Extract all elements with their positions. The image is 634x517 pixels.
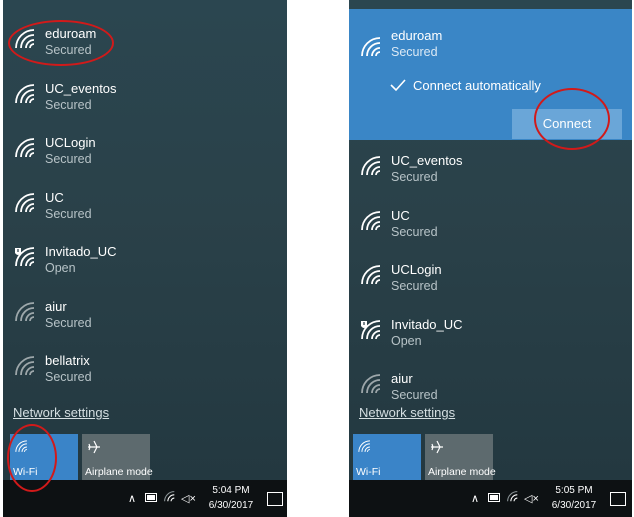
taskbar: ∧ ◁× 5:05 PM 6/30/2017 — [349, 480, 632, 517]
annotation-circle-wifi — [7, 424, 57, 492]
network-name: UC — [45, 189, 64, 205]
network-settings-link[interactable]: Network settings — [359, 405, 455, 420]
network-list-item[interactable]: bellatrix Secured — [3, 342, 287, 396]
airplane-icon — [88, 440, 100, 454]
battery-icon[interactable] — [145, 493, 158, 502]
annotation-circle-connect — [534, 88, 610, 150]
wifi-signal-icon — [15, 301, 35, 321]
clock[interactable]: 5:05 PM 6/30/2017 — [546, 483, 602, 513]
clock-date: 6/30/2017 — [208, 500, 254, 511]
airplane-icon — [431, 440, 443, 454]
network-settings-link[interactable]: Network settings — [13, 405, 109, 420]
wifi-tile-label: Wi-Fi — [356, 466, 381, 478]
wifi-signal-icon — [15, 356, 35, 376]
airplane-mode-tile[interactable]: Airplane mode — [425, 434, 496, 482]
chevron-up-icon[interactable]: ∧ — [471, 492, 479, 505]
network-status: Secured — [391, 388, 438, 402]
wifi-signal-icon — [361, 37, 381, 57]
wifi-tray-icon[interactable] — [163, 490, 177, 504]
network-status: Open — [45, 261, 76, 275]
network-list-area: eduroam Secured Connect automatically Co… — [349, 0, 632, 482]
action-center-icon[interactable] — [267, 492, 283, 506]
wifi-shield-icon — [361, 319, 381, 339]
connect-automatically-checkbox[interactable]: Connect automatically — [389, 78, 541, 93]
speaker-muted-icon[interactable]: ◁× — [181, 492, 196, 505]
network-list-item[interactable]: Invitado_UC Open — [3, 233, 287, 287]
right-network-flyout: eduroam Secured Connect automatically Co… — [349, 0, 632, 517]
network-list-item[interactable]: UC_eventos Secured — [349, 142, 632, 196]
network-list-item[interactable]: UCLogin Secured — [3, 124, 287, 178]
network-status: Secured — [45, 370, 92, 384]
speaker-muted-icon[interactable]: ◁× — [524, 492, 539, 505]
network-list-item[interactable]: UC Secured — [349, 197, 632, 251]
clock-date: 6/30/2017 — [551, 500, 597, 511]
wifi-tray-icon[interactable] — [506, 490, 520, 504]
network-status: Secured — [45, 97, 92, 112]
network-name: UC_eventos — [391, 153, 463, 168]
wifi-signal-icon — [15, 138, 35, 158]
clock[interactable]: 5:04 PM 6/30/2017 — [203, 483, 259, 513]
chevron-up-icon[interactable]: ∧ — [128, 492, 136, 505]
network-status: Secured — [45, 152, 92, 166]
checkmark-icon — [390, 79, 406, 92]
network-name: UC — [391, 207, 410, 223]
network-name: eduroam — [391, 28, 443, 43]
network-list-item[interactable]: UC_eventos Secured — [3, 70, 287, 124]
network-status: Secured — [391, 170, 438, 184]
wifi-icon — [358, 440, 371, 453]
network-status: Secured — [45, 315, 92, 330]
action-center-icon[interactable] — [610, 492, 626, 506]
airplane-mode-tile[interactable]: Airplane mode — [82, 434, 153, 482]
network-status: Secured — [391, 45, 438, 59]
network-name: UCLogin — [391, 262, 442, 277]
clock-time: 5:05 PM — [555, 485, 593, 496]
network-name: aiur — [391, 371, 413, 386]
network-list-item[interactable]: Invitado_UC Open — [349, 306, 632, 360]
network-list-area: eduroam Secured UC_eventos Secured UCLogin Se… — [3, 0, 287, 482]
network-name: UCLogin — [45, 135, 96, 150]
wifi-tile[interactable]: Wi-Fi — [353, 434, 421, 482]
wifi-shield-icon — [15, 247, 35, 267]
network-list-item[interactable]: UCLogin Secured — [349, 251, 632, 305]
wifi-signal-icon — [15, 192, 35, 212]
network-name: Invitado_UC — [45, 244, 117, 259]
connect-automatically-label: Connect automatically — [413, 78, 541, 93]
network-status: Secured — [45, 206, 92, 221]
network-status: Secured — [391, 224, 438, 239]
battery-icon[interactable] — [488, 493, 501, 502]
airplane-tile-label: Airplane mode — [428, 466, 496, 478]
network-name: UC_eventos — [45, 80, 117, 96]
network-list-item[interactable]: aiur Secured — [3, 288, 287, 342]
wifi-signal-icon — [361, 374, 381, 394]
network-list-item[interactable]: UC Secured — [3, 179, 287, 233]
wifi-signal-icon — [361, 265, 381, 285]
network-status: Open — [391, 333, 422, 348]
annotation-circle-eduroam — [8, 20, 114, 66]
network-name: Invitado_UC — [391, 316, 463, 332]
airplane-tile-label: Airplane mode — [85, 466, 153, 478]
network-name: bellatrix — [45, 353, 90, 368]
left-network-flyout: eduroam Secured UC_eventos Secured UCLogin Se… — [3, 0, 287, 517]
wifi-signal-icon — [15, 83, 35, 103]
wifi-signal-icon — [361, 210, 381, 230]
clock-time: 5:04 PM — [212, 485, 250, 496]
wifi-signal-icon — [361, 156, 381, 176]
network-name: aiur — [45, 298, 67, 314]
network-status: Secured — [391, 279, 438, 293]
